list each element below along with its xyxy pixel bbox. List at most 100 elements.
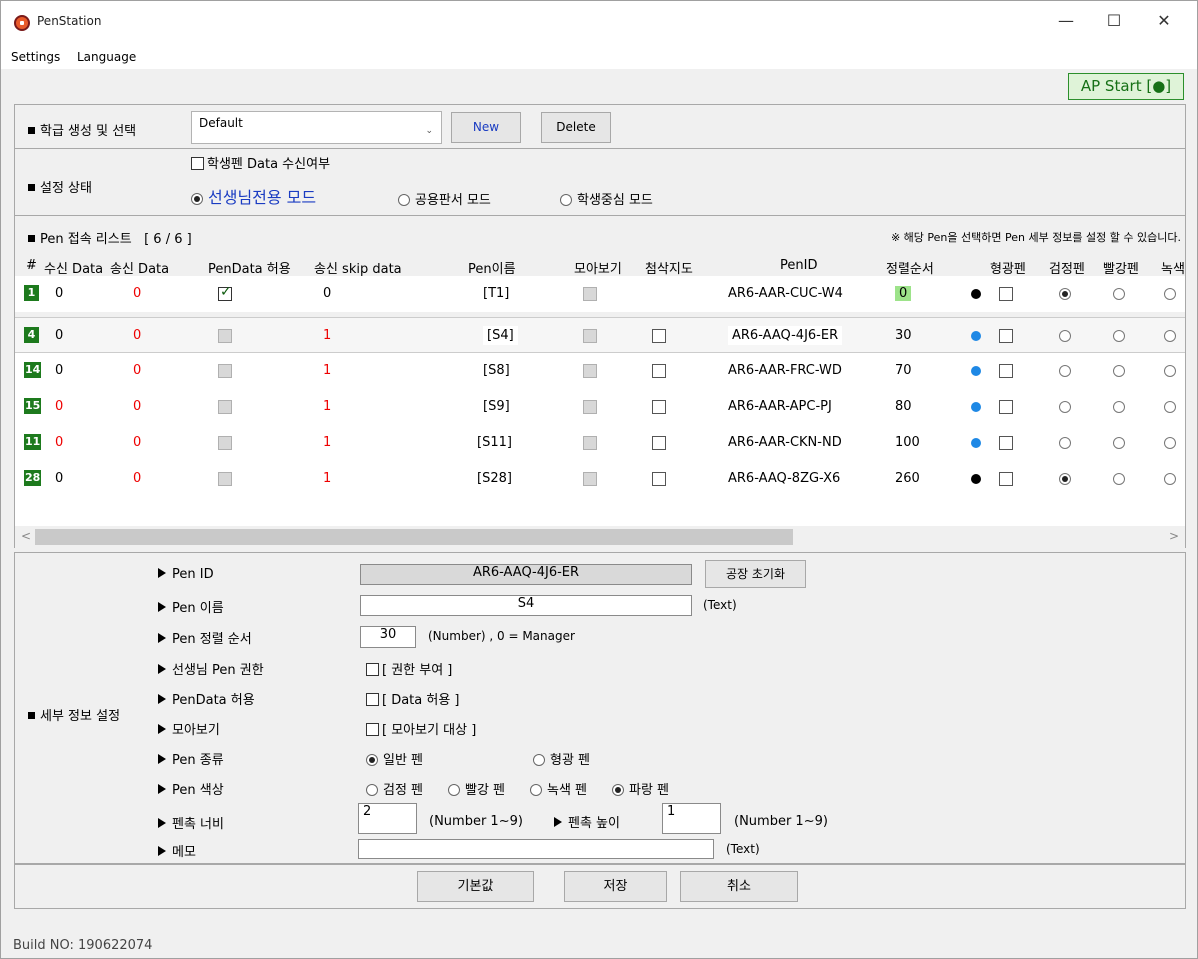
factory-reset-button[interactable]: 공장 초기화 — [705, 560, 806, 588]
highlight-checkbox[interactable] — [999, 287, 1013, 301]
nib-width-input[interactable]: 2 — [358, 803, 417, 834]
cancel-button[interactable]: 취소 — [680, 871, 798, 902]
horizontal-scrollbar[interactable]: < > — [15, 526, 1185, 548]
correct-checkbox[interactable] — [652, 472, 666, 486]
pen-color-black-radio[interactable]: 검정 펜 — [366, 779, 423, 798]
pendata-allow-checkbox[interactable] — [218, 400, 232, 414]
col-num-header[interactable]: # — [26, 258, 37, 273]
pen-color-blue-radio[interactable]: 파랑 펜 — [612, 779, 669, 798]
grid-empty-area — [15, 492, 1185, 526]
pen-color-red-radio[interactable] — [1113, 330, 1125, 342]
pendata-allow-checkbox[interactable] — [218, 364, 232, 378]
highlight-checkbox[interactable] — [999, 364, 1013, 378]
scroll-left-icon[interactable]: < — [21, 529, 31, 543]
correct-checkbox[interactable] — [652, 364, 666, 378]
pen-row[interactable]: 11 0 0 1 [S11] AR6-AAR-CKN-ND 100 — [15, 425, 1185, 461]
gather-checkbox[interactable] — [583, 329, 597, 343]
pen-color-red-radio[interactable] — [1113, 365, 1125, 377]
pen-color-red-radio[interactable] — [1113, 437, 1125, 449]
maximize-icon[interactable]: ☐ — [1104, 11, 1124, 31]
order-cell: 260 — [895, 471, 920, 486]
correct-checkbox[interactable] — [652, 400, 666, 414]
pen-color-black-radio[interactable] — [1059, 473, 1071, 485]
col-send-data-header[interactable]: 송신 Data — [110, 258, 169, 277]
highlight-checkbox[interactable] — [999, 400, 1013, 414]
pen-type-normal-radio[interactable]: 일반 펜 — [366, 749, 423, 768]
nib-height-input[interactable]: 1 — [662, 803, 721, 834]
col-pendata-allow-header[interactable]: PenData 허용 — [208, 258, 291, 277]
pendata-allow-checkbox[interactable]: [ Data 허용 ] — [366, 689, 460, 708]
col-correct-header[interactable]: 첨삭지도 — [645, 258, 693, 277]
pen-color-red-radio[interactable]: 빨강 펜 — [448, 779, 505, 798]
pen-row[interactable]: 1 0 0 0 [T1] AR6-AAR-CUC-W4 0 — [15, 276, 1185, 312]
student-pen-receive-checkbox[interactable]: 학생펜 Data 수신여부 — [191, 153, 330, 172]
gather-checkbox[interactable] — [583, 436, 597, 450]
col-gather-header[interactable]: 모아보기 — [574, 258, 622, 277]
delete-button[interactable]: Delete — [541, 112, 611, 143]
pen-color-green-radio[interactable] — [1164, 330, 1176, 342]
menu-language[interactable]: Language — [77, 50, 136, 64]
pen-color-green-radio[interactable] — [1164, 473, 1176, 485]
pen-name-input[interactable]: S4 — [360, 595, 692, 616]
ap-start-button[interactable]: AP Start [●] — [1068, 73, 1184, 100]
save-button[interactable]: 저장 — [564, 871, 667, 902]
gather-checkbox[interactable] — [583, 287, 597, 301]
pen-type-highlight-radio[interactable]: 형광 펜 — [533, 749, 590, 768]
teacher-permission-checkbox[interactable]: [ 권한 부여 ] — [366, 659, 452, 678]
gather-checkbox[interactable] — [583, 364, 597, 378]
menu-settings[interactable]: Settings — [11, 50, 60, 64]
nib-width-label: 펜촉 너비 — [158, 813, 224, 832]
col-send-skip-header[interactable]: 송신 skip data — [314, 258, 402, 277]
pen-color-black-radio[interactable] — [1059, 330, 1071, 342]
col-highlight-header[interactable]: 형광펜 — [990, 258, 1026, 277]
correct-checkbox[interactable] — [652, 436, 666, 450]
col-order-header[interactable]: 정렬순서 — [886, 258, 934, 277]
highlight-checkbox[interactable] — [999, 472, 1013, 486]
pen-number-badge: 4 — [24, 327, 39, 343]
new-button[interactable]: New — [451, 112, 521, 143]
memo-input[interactable] — [358, 839, 714, 859]
gather-checkbox[interactable] — [583, 400, 597, 414]
pen-color-black-radio[interactable] — [1059, 365, 1071, 377]
pen-row[interactable]: 4 0 0 1 [S4] AR6-AAQ-4J6-ER 30 — [15, 317, 1185, 353]
app-logo-icon — [14, 15, 30, 31]
pen-color-green-radio[interactable] — [1164, 365, 1176, 377]
col-red-header[interactable]: 빨강펜 — [1103, 258, 1139, 277]
close-icon[interactable]: ✕ — [1154, 11, 1174, 31]
mode-student-radio[interactable]: 학생중심 모드 — [560, 189, 653, 208]
pendata-allow-checkbox[interactable] — [218, 436, 232, 450]
default-button[interactable]: 기본값 — [417, 871, 534, 902]
pen-color-green-radio[interactable]: 녹색 펜 — [530, 779, 587, 798]
pen-color-black-radio[interactable] — [1059, 401, 1071, 413]
mode-teacher-radio[interactable]: 선생님전용 모드 — [191, 184, 316, 208]
gather-checkbox[interactable]: [ 모아보기 대상 ] — [366, 719, 476, 738]
col-penid-header[interactable]: PenID — [780, 258, 817, 273]
pendata-allow-checkbox[interactable] — [218, 472, 232, 486]
col-recv-data-header[interactable]: 수신 Data — [44, 258, 103, 277]
pen-order-input[interactable]: 30 — [360, 626, 416, 648]
pendata-allow-checkbox[interactable] — [218, 284, 232, 301]
pen-color-black-radio[interactable] — [1059, 288, 1071, 300]
col-black-header[interactable]: 검정펜 — [1049, 258, 1085, 277]
pen-color-red-radio[interactable] — [1113, 288, 1125, 300]
highlight-checkbox[interactable] — [999, 436, 1013, 450]
pen-color-green-radio[interactable] — [1164, 288, 1176, 300]
highlight-checkbox[interactable] — [999, 329, 1013, 343]
pen-color-red-radio[interactable] — [1113, 401, 1125, 413]
pen-row[interactable]: 14 0 0 1 [S8] AR6-AAR-FRC-WD 70 — [15, 353, 1185, 389]
gather-checkbox[interactable] — [583, 472, 597, 486]
col-pen-name-header[interactable]: Pen이름 — [468, 258, 516, 277]
pen-row[interactable]: 15 0 0 1 [S9] AR6-AAR-APC-PJ 80 — [15, 389, 1185, 425]
pen-color-green-radio[interactable] — [1164, 401, 1176, 413]
pen-color-black-radio[interactable] — [1059, 437, 1071, 449]
pendata-allow-checkbox[interactable] — [218, 329, 232, 343]
pen-color-red-radio[interactable] — [1113, 473, 1125, 485]
minimize-icon[interactable]: — — [1056, 11, 1076, 31]
scroll-right-icon[interactable]: > — [1169, 529, 1179, 543]
correct-checkbox[interactable] — [652, 329, 666, 343]
mode-public-radio[interactable]: 공용판서 모드 — [398, 189, 491, 208]
class-select[interactable]: Default ⌄ — [191, 111, 442, 144]
scrollbar-thumb[interactable] — [35, 529, 793, 545]
col-green-header[interactable]: 녹색 — [1161, 258, 1185, 277]
pen-color-green-radio[interactable] — [1164, 437, 1176, 449]
